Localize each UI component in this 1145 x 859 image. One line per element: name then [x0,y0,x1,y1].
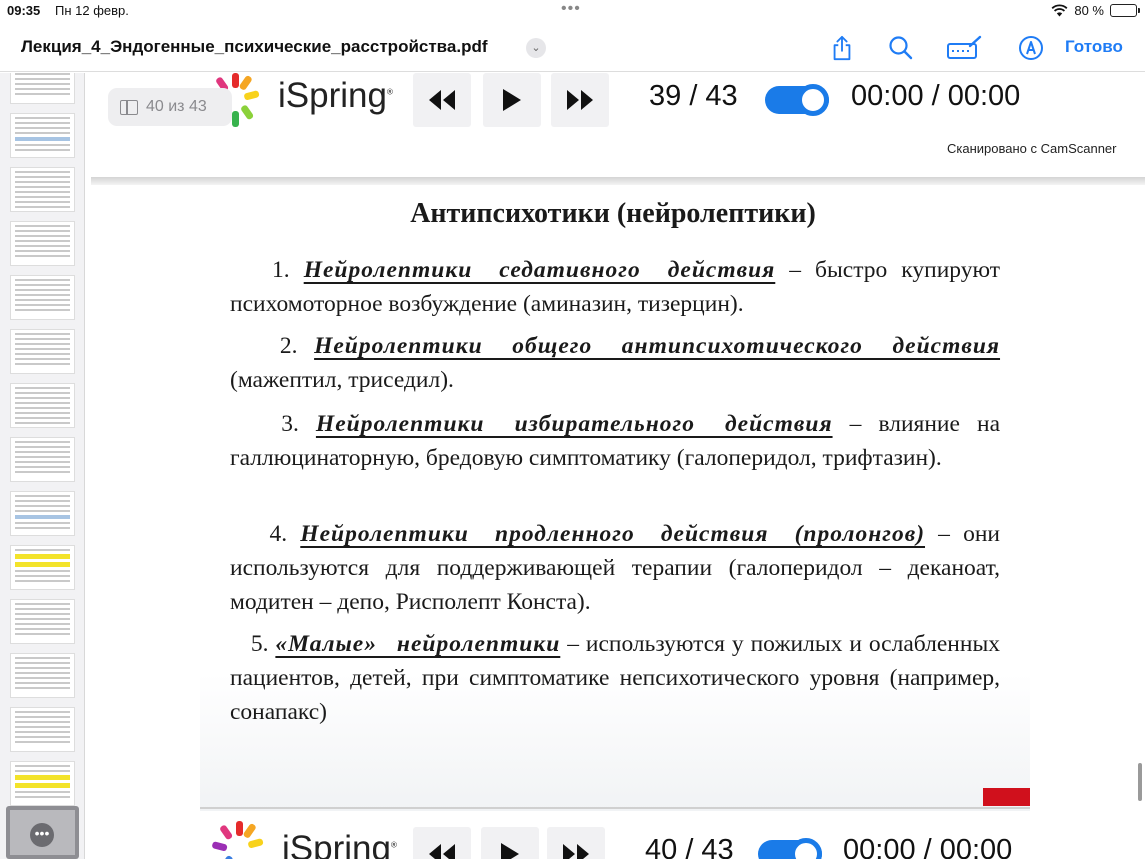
fast-forward-icon [567,90,593,110]
item-term: Нейролептики общего антипсихотического д… [314,333,1001,359]
fast-forward-icon [563,844,589,859]
list-item: 2. Нейролептики общего антипсихотическог… [230,329,1000,397]
logo-label: iSpring [282,829,391,859]
status-bar: 09:35 Пн 12 февр. ••• 80 % [0,0,1145,24]
play-button[interactable] [481,827,539,859]
nav-bar: Лекция_4_Эндогенные_психические_расстрой… [0,24,1145,72]
page-thumbnail[interactable] [10,167,75,212]
play-button[interactable] [483,73,541,127]
play-icon [503,89,521,111]
page-thumbnail[interactable] [10,545,75,590]
status-time: 09:35 [7,3,41,18]
sidebar-toggle-icon [120,99,138,115]
more-options-icon[interactable]: ••• [30,823,54,847]
ispring-logo-icon [212,821,264,859]
markup-pen-icon[interactable] [1018,35,1044,61]
fast-forward-button[interactable] [547,827,605,859]
status-date: Пн 12 февр. [55,3,129,18]
playback-toggle[interactable] [765,84,829,116]
wifi-icon [1051,4,1068,17]
page-thumbnail[interactable] [10,653,75,698]
list-item: 1. Нейролептики седативного действия – б… [230,253,1000,321]
share-icon[interactable] [830,35,854,61]
battery-icon [1110,4,1140,17]
rewind-icon [429,844,455,859]
page-thumbnail[interactable] [10,383,75,428]
search-icon[interactable] [888,35,914,61]
page-divider [91,177,1145,185]
slide-title: Антипсихотики (нейролептики) [410,198,816,229]
page-thumbnail[interactable] [10,275,75,320]
item-term: Нейролептики избирательного действия [315,411,833,437]
scrollbar-thumb[interactable] [1138,763,1142,801]
page-thumbnail[interactable] [10,329,75,374]
done-button[interactable]: Готово [1065,37,1123,57]
battery-percent: 80 % [1074,3,1104,18]
logo-registered-mark: ® [390,840,397,850]
page-thumbnail[interactable] [10,73,75,104]
page-indicator-label: 40 из 43 [146,98,207,115]
playback-timer: 00:00 / 00:00 [851,80,1021,112]
ispring-logo-text: iSpring® [278,76,393,116]
item-number: 2. [279,333,298,359]
playback-timer: 00:00 / 00:00 [843,834,1013,859]
rewind-icon [429,90,455,110]
page-thumbnail[interactable] [10,707,75,752]
page-thumbnails-sidebar[interactable]: ••• [0,73,85,859]
slide-red-marker [983,788,1030,806]
page-thumbnail[interactable] [10,221,75,266]
toggle-knob [790,838,822,859]
document-view[interactable]: iSpring® 39 / 43 00:00 / 00:00 Сканирова… [86,73,1145,859]
ispring-logo-text: iSpring® [282,829,397,859]
item-text: (мажептил, триседил). [230,367,454,393]
play-icon [501,843,519,859]
playback-toggle[interactable] [758,838,822,859]
rewind-button[interactable] [413,827,471,859]
item-term: Нейролептики седативного действия [303,257,776,283]
item-number: 3. [281,411,299,437]
logo-label: iSpring [278,76,387,115]
fast-forward-button[interactable] [551,73,609,127]
status-right: 80 % [1051,3,1140,18]
page-thumbnail[interactable] [10,761,75,806]
list-item: 4. Нейролептики продленного действия (пр… [230,517,1000,619]
slide-content: Антипсихотики (нейролептики) 1. Нейролеп… [200,185,1030,811]
page-thumbnail[interactable] [10,599,75,644]
logo-registered-mark: ® [386,87,393,97]
ispring-player-bottom: iSpring® 40 / 43 00:00 / 00:00 [86,821,1145,859]
slide-counter: 40 / 43 [645,834,734,859]
document-title[interactable]: Лекция_4_Эндогенные_психические_расстрой… [21,37,488,57]
toggle-knob [797,84,829,116]
item-number: 4. [269,521,288,547]
item-term: Нейролептики продленного действия (проло… [300,521,926,547]
page-thumbnail[interactable] [10,437,75,482]
markup-toolbar-icon[interactable] [946,35,982,61]
page-indicator[interactable]: 40 из 43 [108,88,232,126]
list-item: 3. Нейролептики избирательного действия … [230,407,1000,475]
rewind-button[interactable] [413,73,471,127]
slide-counter: 39 / 43 [649,80,738,112]
item-number: 1. [272,257,290,283]
chevron-down-icon[interactable]: ⌄ [526,38,546,58]
page-thumbnail[interactable] [10,491,75,536]
list-item: 5. «Малые» нейролептики – используются у… [230,627,1000,729]
slide-bottom-edge [200,807,1030,809]
scan-watermark: Сканировано с CamScanner [947,141,1117,156]
multitask-dots[interactable]: ••• [561,0,581,18]
item-term: «Малые» нейролептики [275,631,561,657]
page-thumbnail[interactable] [10,113,75,158]
item-number: 5. [250,631,269,657]
